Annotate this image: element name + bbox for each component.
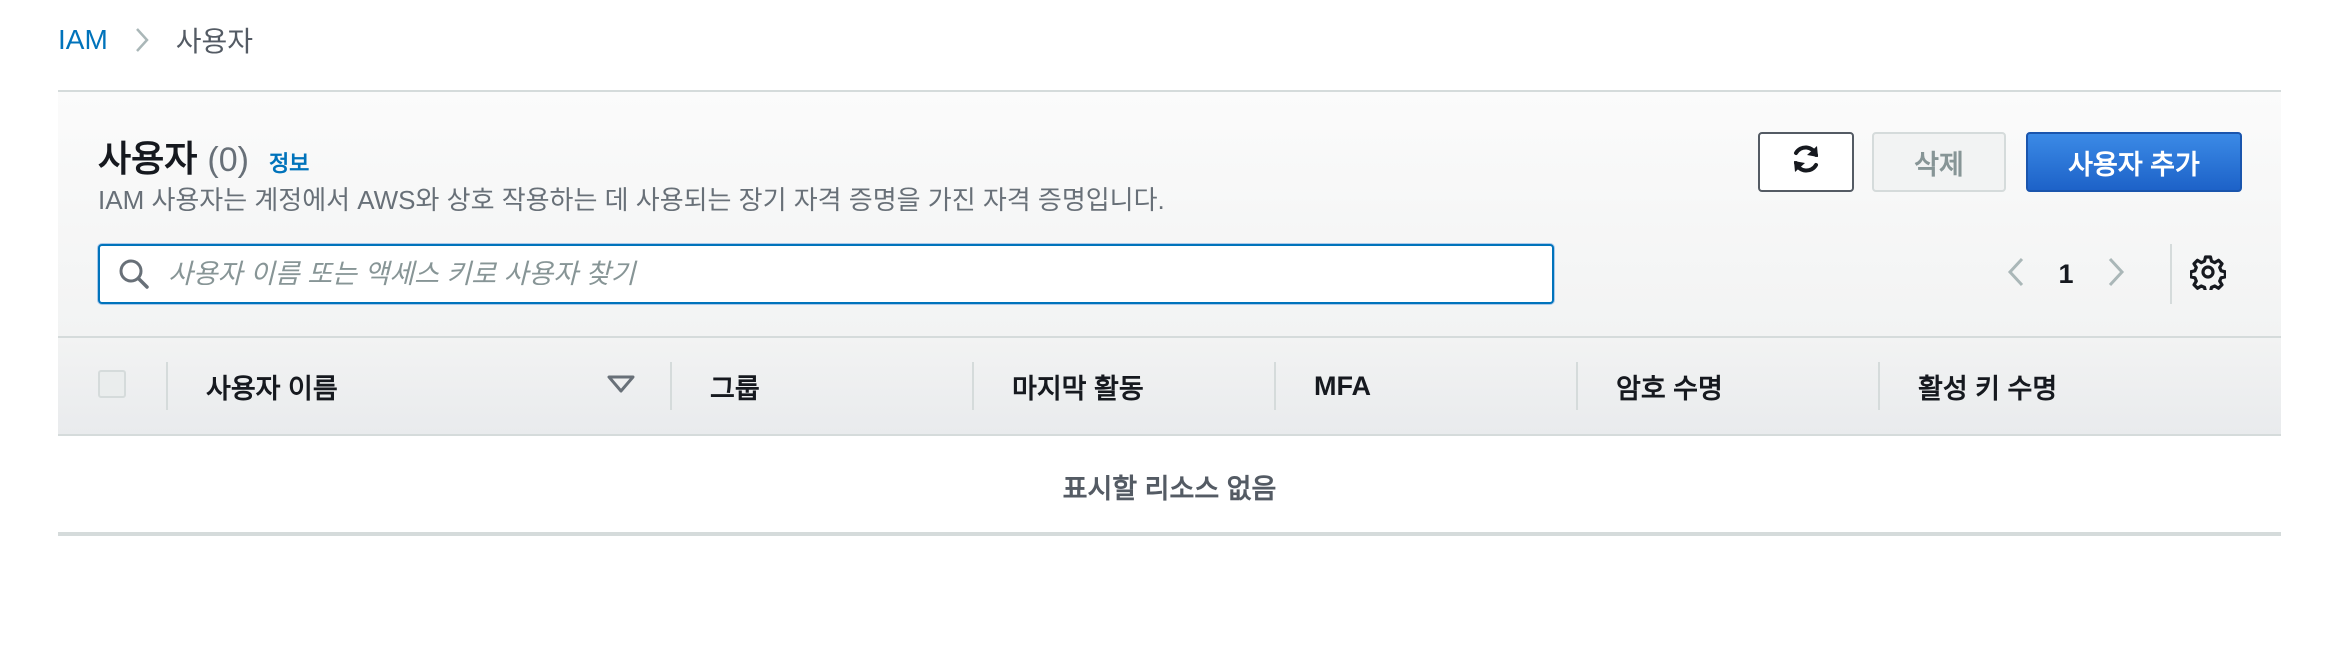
column-separator [972, 362, 974, 410]
column-separator [166, 362, 168, 410]
column-header-mfa[interactable]: MFA [1314, 338, 1371, 434]
search-icon [118, 258, 150, 290]
current-page-number[interactable]: 1 [2036, 259, 2096, 290]
gear-icon [2189, 254, 2227, 295]
table-bottom-border [58, 532, 2281, 536]
panel-description: IAM 사용자는 계정에서 AWS와 상호 작용하는 데 사용되는 장기 자격 … [98, 185, 1165, 215]
add-user-button[interactable]: 사용자 추가 [2026, 132, 2242, 192]
search-box [98, 244, 1554, 304]
column-separator [670, 362, 672, 410]
refresh-button[interactable] [1758, 132, 1854, 192]
next-page-button[interactable] [2096, 244, 2136, 304]
delete-button[interactable]: 삭제 [1872, 132, 2006, 192]
search-input[interactable] [166, 246, 1516, 302]
column-header-password-age[interactable]: 암호 수명 [1616, 338, 1723, 434]
panel-header: 사용자 (0) 정보 IAM 사용자는 계정에서 AWS와 상호 작용하는 데 … [58, 92, 2281, 336]
breadcrumb-iam-link[interactable]: IAM [58, 24, 108, 56]
page-title: 사용자 [98, 138, 198, 179]
column-separator [1878, 362, 1880, 410]
column-header-last-activity[interactable]: 마지막 활동 [1012, 338, 1144, 434]
column-header-groups[interactable]: 그룹 [710, 338, 760, 434]
pagination: 1 [1996, 244, 2136, 304]
sort-down-icon[interactable] [606, 374, 636, 399]
breadcrumb: IAM 사용자 [58, 20, 253, 60]
user-count: (0) [207, 141, 249, 179]
chevron-right-icon [2107, 256, 2125, 293]
previous-page-button[interactable] [1996, 244, 2036, 304]
column-separator [1576, 362, 1578, 410]
empty-state-message: 표시할 리소스 없음 [1062, 473, 1277, 504]
breadcrumb-current: 사용자 [175, 26, 254, 57]
chevron-left-icon [2007, 256, 2025, 293]
settings-button[interactable] [2186, 252, 2230, 296]
info-link[interactable]: 정보 [269, 146, 309, 178]
column-separator [1274, 362, 1276, 410]
chevron-right-icon [134, 27, 150, 53]
table-header: 사용자 이름 그룹 마지막 활동 MFA 암호 수명 활성 키 수명 [58, 336, 2281, 436]
pagination-divider [2170, 244, 2172, 304]
title-row: 사용자 (0) 정보 [98, 130, 309, 182]
refresh-icon [1789, 142, 1823, 183]
users-panel: 사용자 (0) 정보 IAM 사용자는 계정에서 AWS와 상호 작용하는 데 … [58, 90, 2281, 536]
column-header-username[interactable]: 사용자 이름 [206, 338, 338, 434]
column-header-active-key-age[interactable]: 활성 키 수명 [1918, 338, 2057, 434]
select-all-checkbox[interactable] [98, 370, 126, 398]
